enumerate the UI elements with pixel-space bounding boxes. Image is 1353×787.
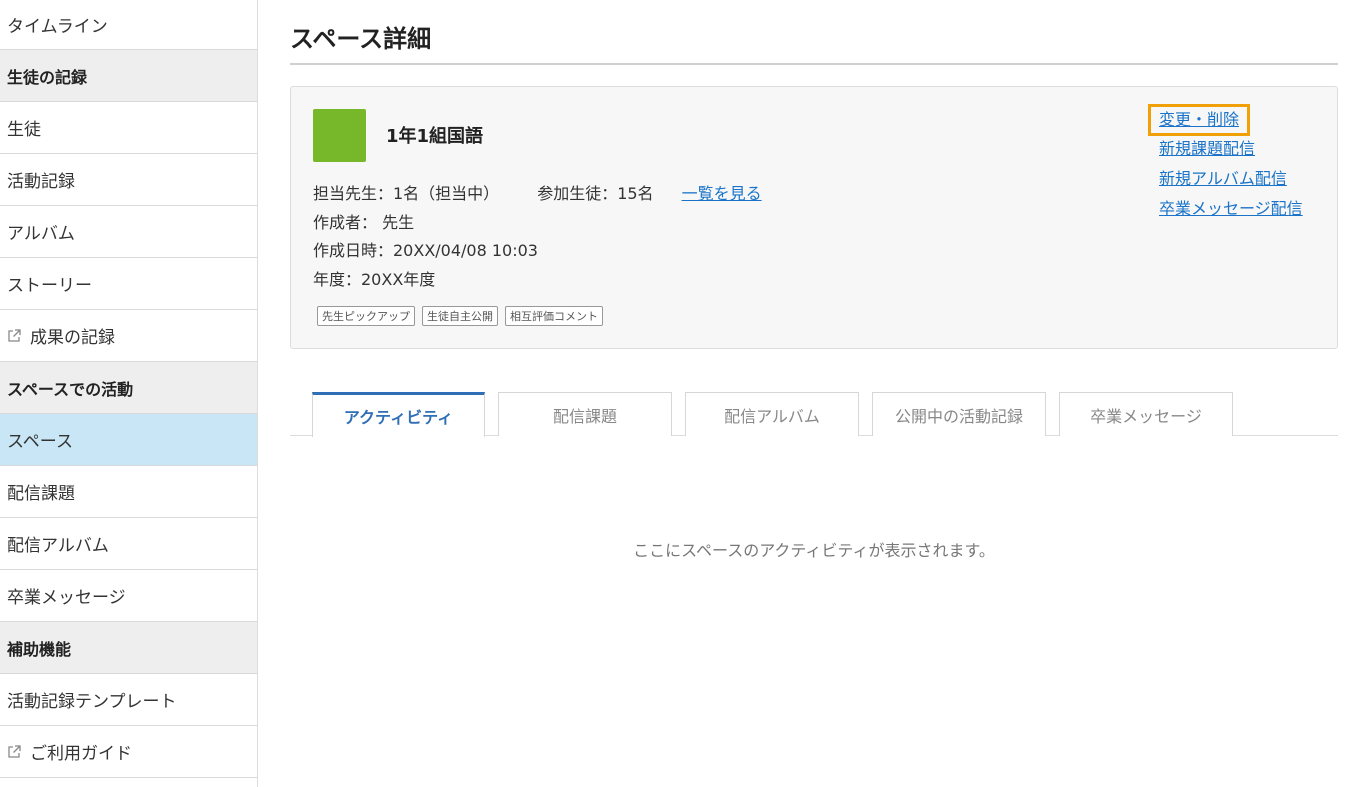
sidebar-item-students[interactable]: 生徒 <box>0 102 257 154</box>
school-year: 年度：20XX年度 <box>313 270 436 289</box>
tag-peer-review-comment: 相互評価コメント <box>505 306 603 326</box>
sidebar-section-support: 補助機能 <box>0 622 257 674</box>
sidebar-item-space[interactable]: スペース <box>0 414 257 466</box>
space-info-card: 1年1組国語 担当先生：1名（担当中） 参加生徒：15名 一覧を見る 作成者： 先生… <box>290 86 1338 349</box>
page-title: スペース詳細 <box>290 25 432 53</box>
sidebar-item-timeline[interactable]: タイムライン <box>0 0 257 50</box>
sidebar-item-user-guide[interactable]: ご利用ガイド <box>0 726 257 778</box>
sidebar-item-album[interactable]: アルバム <box>0 206 257 258</box>
tab-graduation-message[interactable]: 卒業メッセージ <box>1059 392 1233 436</box>
divider <box>290 63 1338 65</box>
sidebar-item-activity-records[interactable]: 活動記録 <box>0 154 257 206</box>
tab-assignments[interactable]: 配信課題 <box>498 392 672 436</box>
tab-distributed-album[interactable]: 配信アルバム <box>685 392 859 436</box>
tag-teacher-pickup: 先生ピックアップ <box>317 306 415 326</box>
sidebar-section-student-records: 生徒の記録 <box>0 50 257 102</box>
sidebar-item-distributed-album[interactable]: 配信アルバム <box>0 518 257 570</box>
new-album-link[interactable]: 新規アルバム配信 <box>1148 164 1303 194</box>
activity-empty-message: ここにスペースのアクティビティが表示されます。 <box>633 541 995 560</box>
view-list-link[interactable]: 一覧を見る <box>682 184 762 203</box>
graduation-message-link[interactable]: 卒業メッセージ配信 <box>1148 194 1303 224</box>
sidebar-item-graduation-message[interactable]: 卒業メッセージ <box>0 570 257 622</box>
tag-student-self-publish: 生徒自主公開 <box>422 306 498 326</box>
sidebar-item-story[interactable]: ストーリー <box>0 258 257 310</box>
student-count: 参加生徒：15名 <box>537 184 654 203</box>
sidebar: タイムライン 生徒の記録 生徒 活動記録 アルバム ストーリー 成果の記録 スペ… <box>0 0 258 787</box>
external-link-icon <box>7 328 21 343</box>
space-color-swatch <box>313 109 366 162</box>
created-at: 作成日時：20XX/04/08 10:03 <box>313 241 538 260</box>
space-tags: 先生ピックアップ 生徒自主公開 相互評価コメント <box>317 306 603 326</box>
edit-delete-link[interactable]: 変更・削除 <box>1148 104 1251 136</box>
space-tabs: アクティビティ 配信課題 配信アルバム 公開中の活動記録 卒業メッセージ <box>290 392 1338 437</box>
external-link-icon <box>7 744 21 759</box>
tab-public-activity-records[interactable]: 公開中の活動記録 <box>872 392 1046 436</box>
sidebar-item-assignments[interactable]: 配信課題 <box>0 466 257 518</box>
space-name: 1年1組国語 <box>386 126 484 147</box>
creator: 作成者： 先生 <box>313 213 415 232</box>
sidebar-item-record-templates[interactable]: 活動記録テンプレート <box>0 674 257 726</box>
new-assignment-link[interactable]: 新規課題配信 <box>1148 134 1303 164</box>
tab-activity[interactable]: アクティビティ <box>312 392 485 437</box>
space-members-line: 担当先生：1名（担当中） 参加生徒：15名 一覧を見る <box>313 180 762 204</box>
space-actions: 変更・削除 新規課題配信 新規アルバム配信 卒業メッセージ配信 <box>1148 104 1303 224</box>
sidebar-item-achievement-records[interactable]: 成果の記録 <box>0 310 257 362</box>
sidebar-section-space-activity: スペースでの活動 <box>0 362 257 414</box>
teacher-count: 担当先生：1名（担当中） <box>313 184 500 203</box>
